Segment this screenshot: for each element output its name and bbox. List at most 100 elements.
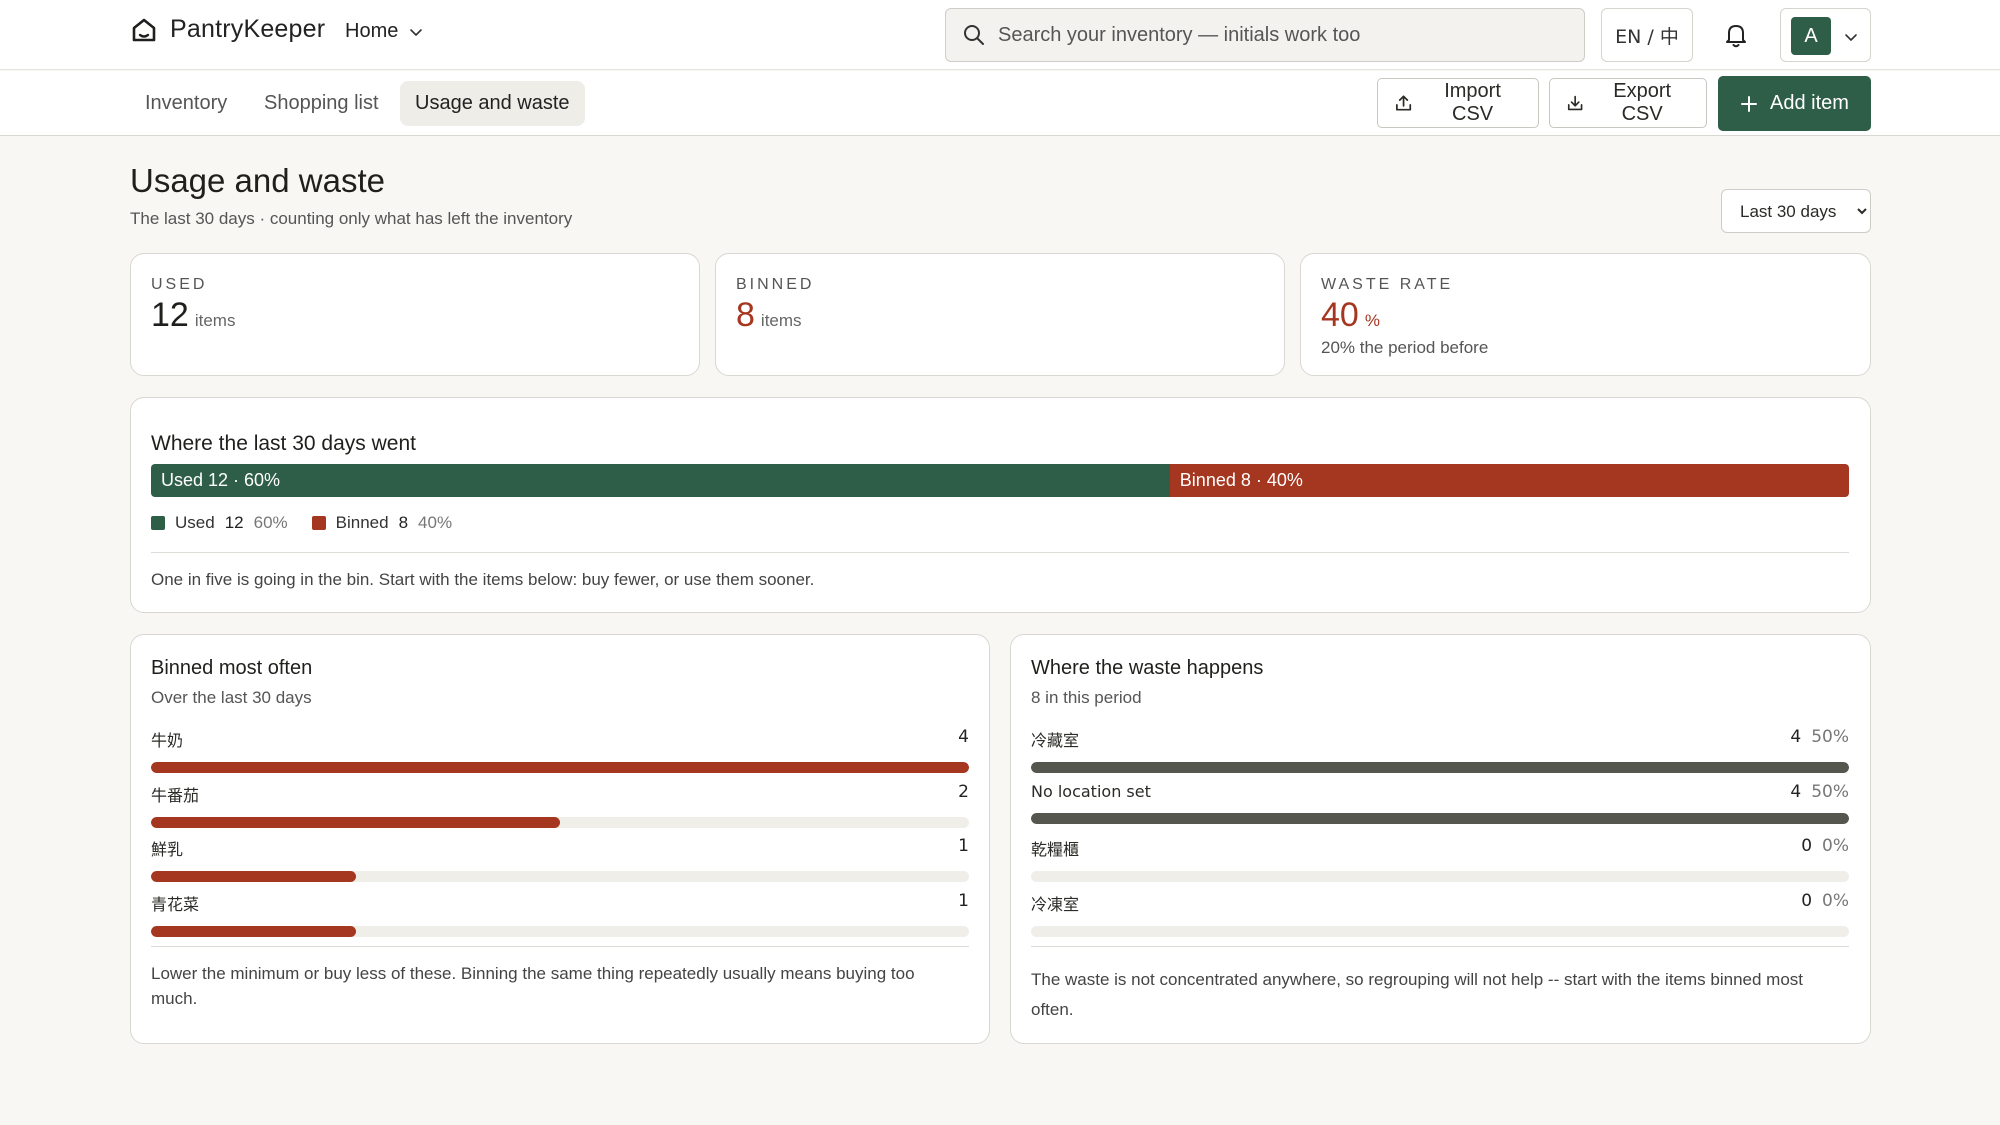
bar-fill — [1031, 812, 1849, 824]
legend-swatch — [311, 516, 326, 530]
binned-most-card: Binned most often Over the last 30 days … — [130, 634, 990, 1044]
export-csv-label: Export CSV — [1613, 80, 1672, 125]
bar-row-count: 4 — [1790, 727, 1802, 747]
bar-row: 乾糧櫃 0 0% — [1031, 836, 1849, 882]
brand[interactable]: PantryKeeper — [130, 15, 325, 44]
upload-icon — [1396, 95, 1412, 111]
bar-row-label: 青花菜 — [151, 894, 200, 914]
legend-item-binned: Binned 8 40% — [311, 513, 453, 533]
home-menu[interactable]: Home — [345, 20, 424, 43]
stat-label: USED — [151, 276, 208, 293]
divider — [1031, 946, 1849, 947]
tab-bar: Inventory Shopping list Usage and waste … — [0, 71, 2000, 136]
bar-row: 鮮乳 1 — [151, 836, 969, 882]
bar-track — [151, 871, 969, 882]
chevron-down-icon — [1845, 34, 1857, 41]
bar-row-header: No location set 4 50% — [1031, 782, 1849, 802]
bar-row-count: 2 — [958, 781, 969, 802]
bar-track — [1031, 871, 1849, 882]
bar-row-values: 0 0% — [1801, 891, 1849, 915]
bar-row: 冷凍室 0 0% — [1031, 891, 1849, 937]
tab-inventory[interactable]: Inventory — [130, 81, 242, 126]
stat-number: 12 — [151, 296, 189, 334]
bar-row: 牛奶 4 — [151, 727, 969, 773]
import-csv-label: Import CSV — [1444, 80, 1501, 125]
page-title: Usage and waste — [130, 162, 385, 199]
bell-icon[interactable] — [1722, 20, 1750, 50]
account-menu-button[interactable]: A — [1780, 8, 1871, 62]
bar-row-label: 鮮乳 — [151, 840, 184, 859]
export-csv-button[interactable]: Export CSV — [1549, 78, 1707, 128]
split-title: Where the last 30 days went — [151, 432, 416, 455]
search-input[interactable] — [998, 23, 1558, 47]
language-toggle-button[interactable]: EN / 中 — [1601, 8, 1693, 62]
legend-percent: 40% — [418, 513, 453, 532]
legend-item-used: Used 12 60% — [151, 513, 288, 533]
bar-track — [151, 925, 969, 937]
bar-row-values: 1 — [958, 891, 969, 915]
bar-row-header: 乾糧櫃 0 0% — [1031, 836, 1849, 860]
split-legend: Used 12 60% Binned 8 40% — [151, 513, 452, 533]
stat-label: WASTE RATE — [1321, 276, 1454, 293]
bar-row-percent: 0% — [1822, 890, 1849, 911]
plus-icon — [1741, 95, 1758, 112]
bar-row-values: 2 — [958, 782, 969, 806]
search-icon — [964, 25, 984, 45]
stat-unit: items — [760, 311, 802, 330]
panel-subtitle: Over the last 30 days — [151, 688, 312, 707]
bar-row: 冷藏室 4 50% — [1031, 727, 1849, 773]
bar-row-label: 冷藏室 — [1031, 731, 1080, 750]
tab-shopping-list[interactable]: Shopping list — [249, 81, 394, 126]
bar-row-label: 冷凍室 — [1031, 894, 1080, 914]
search-box[interactable] — [945, 8, 1585, 62]
bar-fill — [1031, 762, 1849, 773]
stat-value: 12 items — [151, 296, 235, 335]
avatar: A — [1791, 17, 1831, 55]
stat-value: 40 % — [1321, 296, 1380, 335]
stat-card-binned: BINNED 8 items — [715, 253, 1285, 376]
stat-number: 8 — [736, 296, 755, 334]
divider — [151, 552, 1849, 553]
stat-card-waste-rate: WASTE RATE 40 % 20% the period before — [1300, 253, 1871, 376]
stat-unit: items — [194, 311, 236, 330]
import-csv-button[interactable]: Import CSV — [1377, 78, 1539, 128]
add-item-button[interactable]: Add item — [1718, 76, 1871, 131]
stat-value: 8 items — [736, 296, 802, 335]
house-logo-icon — [132, 18, 156, 41]
bar-track — [1031, 812, 1849, 824]
bar-row: 青花菜 1 — [151, 891, 969, 937]
bar-row-header: 牛番茄 2 — [151, 782, 969, 806]
bar-row-percent: 50% — [1811, 781, 1849, 802]
bar-track — [151, 816, 969, 828]
home-menu-label: Home — [345, 20, 399, 42]
stat-label: BINNED — [736, 276, 815, 293]
bar-fill — [151, 871, 356, 882]
panel-title: Binned most often — [151, 657, 313, 679]
bar-row-header: 鮮乳 1 — [151, 836, 969, 860]
app-name: PantryKeeper — [170, 15, 326, 43]
legend-label: Binned — [335, 513, 389, 532]
bar-row-label: 乾糧櫃 — [1031, 840, 1080, 859]
period-select[interactable]: Last 30 days — [1721, 189, 1871, 233]
stat-unit: % — [1364, 311, 1380, 330]
stat-comparison-note: 20% the period before — [1321, 338, 1489, 357]
legend-percent: 60% — [253, 513, 288, 532]
bar-row-header: 冷凍室 0 0% — [1031, 891, 1849, 915]
top-bar: PantryKeeper Home EN / 中 A — [0, 0, 2000, 70]
bar-row-header: 牛奶 4 — [151, 727, 969, 751]
usage-split-card: Where the last 30 days went Used 12 · 60… — [130, 397, 1871, 613]
split-note: One in five is going in the bin. Start w… — [151, 570, 815, 589]
bar-row-label: 牛奶 — [151, 731, 184, 750]
bar-fill — [151, 925, 356, 937]
tab-usage-and-waste[interactable]: Usage and waste — [400, 81, 585, 126]
legend-count: 12 — [224, 513, 244, 532]
bar-row-count: 4 — [958, 727, 969, 747]
panel-note: Lower the minimum or buy less of these. … — [151, 964, 915, 1008]
bar-row-count: 1 — [958, 890, 969, 911]
bar-row-count: 0 — [1801, 890, 1813, 911]
legend-swatch — [151, 516, 165, 530]
stat-number: 40 — [1321, 296, 1359, 334]
bar-row-count: 1 — [958, 836, 969, 856]
bar-track — [151, 762, 969, 773]
bar-row-values: 4 50% — [1790, 782, 1849, 802]
